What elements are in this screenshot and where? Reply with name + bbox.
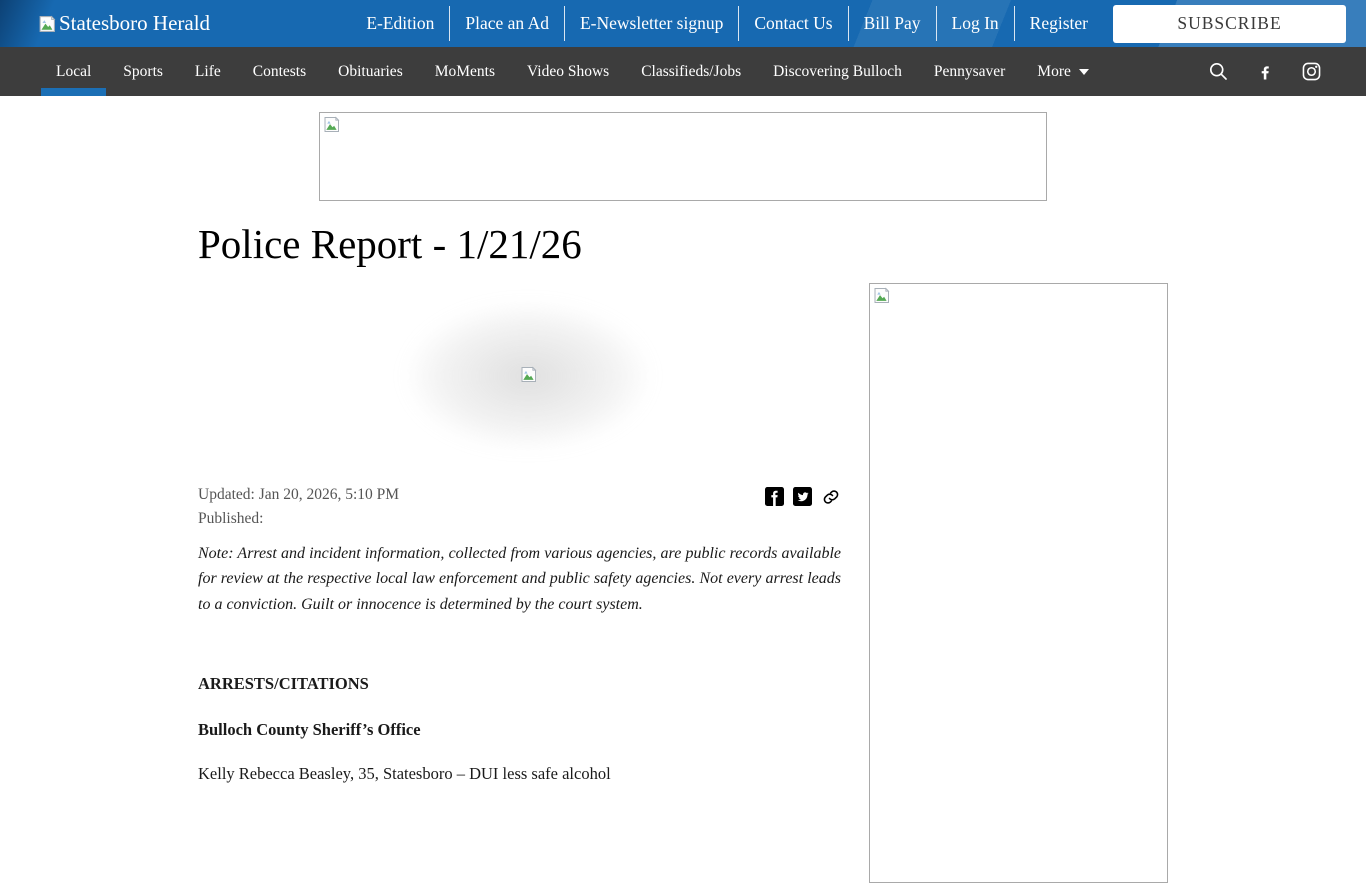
nav-items: Local Sports Life Contests Obituaries Mo… [40, 47, 1105, 96]
published-timestamp: Published: [198, 509, 264, 527]
link-register[interactable]: Register [1013, 6, 1103, 41]
section-heading: ARRESTS/CITATIONS [198, 674, 369, 694]
content-area: Police Report - 1/21/26 Updated: Jan 20,… [198, 201, 1168, 883]
updated-timestamp: Updated: Jan 20, 2026, 5:10 PM [198, 485, 400, 503]
nav-item-more-label: More [1037, 62, 1071, 80]
facebook-share-icon[interactable] [765, 486, 784, 506]
nav-item-moments[interactable]: MoMents [419, 47, 511, 96]
nav-item-contests[interactable]: Contests [237, 47, 322, 96]
nav-item-sports[interactable]: Sports [107, 47, 179, 96]
disclaimer-note: Note: Arrest and incident information, c… [198, 544, 841, 613]
nav-item-local[interactable]: Local [40, 47, 107, 96]
byline: Updated: Jan 20, 2026, 5:10 PM Published… [198, 483, 399, 531]
broken-image-icon [324, 116, 340, 132]
search-icon[interactable] [1208, 61, 1229, 82]
link-place-an-ad[interactable]: Place an Ad [449, 6, 564, 41]
nav-icon-group [1208, 47, 1322, 96]
sidebar-ad-placeholder[interactable] [869, 283, 1168, 883]
main-navigation: Local Sports Life Contests Obituaries Mo… [0, 47, 1366, 96]
article-image-placeholder [198, 279, 841, 472]
nav-item-life[interactable]: Life [179, 47, 237, 96]
broken-image-icon [874, 287, 890, 303]
twitter-share-icon[interactable] [793, 486, 812, 506]
page-title: Police Report - 1/21/26 [198, 221, 582, 267]
site-logo[interactable]: Statesboro Herald [38, 11, 210, 36]
nav-item-obituaries[interactable]: Obituaries [322, 47, 419, 96]
link-log-in[interactable]: Log In [935, 6, 1014, 41]
link-bill-pay[interactable]: Bill Pay [847, 6, 936, 41]
leaderboard-ad-placeholder[interactable] [319, 112, 1047, 201]
nav-item-discovering-bulloch[interactable]: Discovering Bulloch [757, 47, 918, 96]
byline-row: Updated: Jan 20, 2026, 5:10 PM Published… [198, 483, 841, 531]
broken-image-icon [521, 366, 537, 382]
utility-links: E-Edition Place an Ad E-Newsletter signu… [351, 6, 1103, 41]
nav-item-video-shows[interactable]: Video Shows [511, 47, 625, 96]
nav-item-pennysaver[interactable]: Pennysaver [918, 47, 1021, 96]
agency-heading: Bulloch County Sheriff’s Office [198, 720, 421, 740]
arrest-entry: Kelly Rebecca Beasley, 35, Statesboro – … [198, 764, 611, 784]
link-e-edition[interactable]: E-Edition [351, 6, 449, 41]
link-contact-us[interactable]: Contact Us [738, 6, 847, 41]
copy-link-icon[interactable] [821, 487, 841, 507]
broken-image-icon [39, 15, 56, 32]
nav-item-more[interactable]: More [1021, 47, 1105, 96]
nav-item-classifieds-jobs[interactable]: Classifieds/Jobs [625, 47, 757, 96]
site-logo-text: Statesboro Herald [59, 11, 211, 35]
instagram-icon[interactable] [1301, 61, 1322, 82]
article: Police Report - 1/21/26 Updated: Jan 20,… [198, 201, 841, 883]
facebook-icon[interactable] [1256, 62, 1274, 82]
subscribe-button[interactable]: SUBSCRIBE [1113, 4, 1346, 43]
link-newsletter-signup[interactable]: E-Newsletter signup [563, 6, 738, 41]
top-utility-bar: Statesboro Herald E-Edition Place an Ad … [0, 0, 1366, 47]
right-rail [869, 283, 1168, 883]
share-buttons [765, 483, 841, 531]
chevron-down-icon [1078, 68, 1089, 75]
